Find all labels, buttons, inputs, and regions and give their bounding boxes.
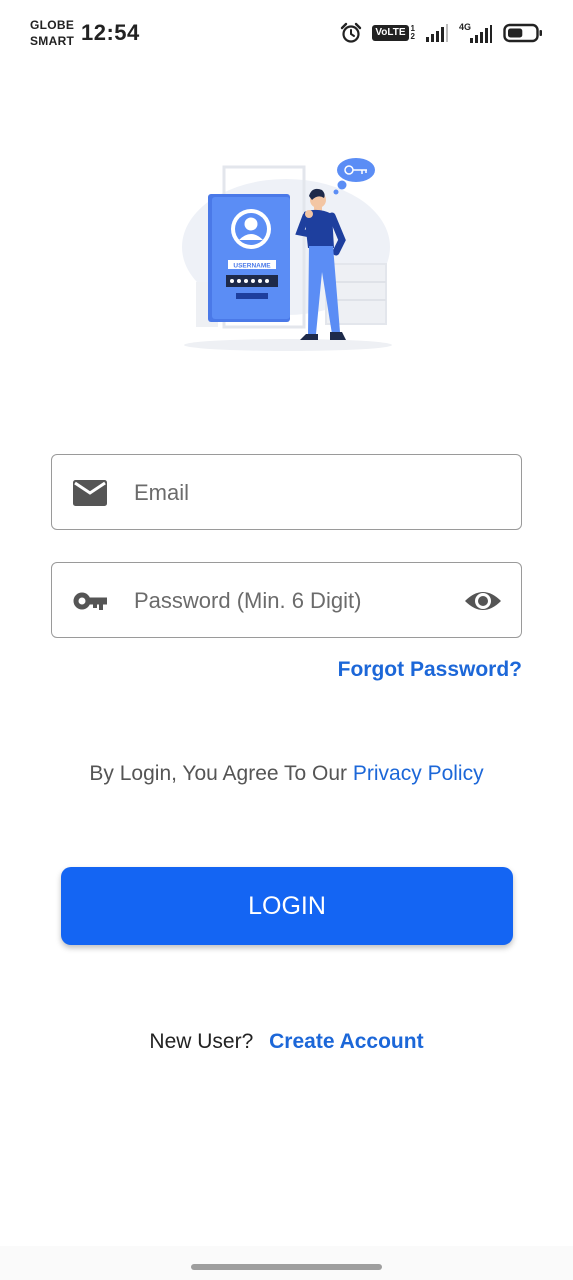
alarm-icon <box>341 22 362 43</box>
4g-bars-icon <box>470 25 492 43</box>
password-input[interactable] <box>134 581 454 621</box>
login-button[interactable]: LOGIN <box>61 867 513 945</box>
carrier-line-2: SMART <box>30 34 75 48</box>
carrier-line-1: GLOBE <box>30 18 75 32</box>
volte-label: VoLTE <box>372 25 409 41</box>
signal-icon <box>426 24 448 42</box>
signup-prompt: New User? Create Account <box>0 1030 573 1054</box>
status-time: 12:54 <box>81 20 140 45</box>
create-account-link[interactable]: Create Account <box>269 1030 423 1053</box>
login-illustration: USERNAME <box>176 152 398 357</box>
volte-icon: VoLTE 1 2 <box>372 25 415 41</box>
battery-icon <box>503 23 542 43</box>
agreement-prefix: By Login, You Agree To Our <box>89 762 348 785</box>
status-icons: VoLTE 1 2 4G <box>340 20 543 46</box>
privacy-policy-link[interactable]: Privacy Policy <box>353 762 484 785</box>
4g-signal-icon: 4G <box>459 22 493 44</box>
forgot-password-link[interactable]: Forgot Password? <box>338 658 522 682</box>
eye-icon[interactable] <box>463 585 503 617</box>
agreement-text: By Login, You Agree To Our Privacy Polic… <box>0 762 573 786</box>
key-icon <box>73 592 107 610</box>
password-field[interactable] <box>51 562 522 638</box>
login-illustration-graphic: USERNAME <box>182 158 392 351</box>
illustration-card-label: USERNAME <box>233 263 271 270</box>
status-bar: GLOBE SMART 12:54 VoLTE 1 2 4G <box>0 0 573 66</box>
home-gesture-bar[interactable] <box>191 1264 382 1270</box>
mail-icon <box>73 480 107 506</box>
volte-sim-bottom: 2 <box>410 32 415 41</box>
email-field[interactable] <box>51 454 522 530</box>
email-input[interactable] <box>134 473 454 513</box>
new-user-text: New User? <box>149 1030 254 1053</box>
volte-sim-indicator: 1 2 <box>411 25 415 41</box>
navigation-area <box>0 1246 573 1280</box>
carrier-label: GLOBE SMART <box>30 17 74 49</box>
